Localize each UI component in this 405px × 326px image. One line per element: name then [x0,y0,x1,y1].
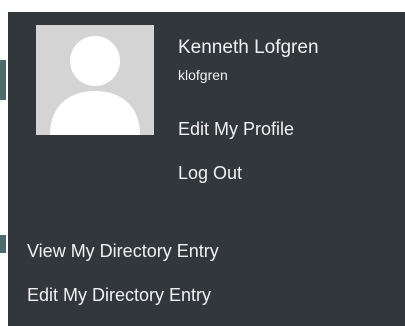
default-avatar-icon[interactable] [36,25,154,135]
account-dropdown-panel: Kenneth Lofgren klofgren Edit My Profile… [8,12,405,326]
avatar-silhouette [50,36,140,135]
edge-marker [0,60,6,100]
edit-directory-entry-link[interactable]: Edit My Directory Entry [27,285,211,306]
edge-marker [0,235,6,253]
view-directory-entry-link[interactable]: View My Directory Entry [27,241,219,262]
logout-link[interactable]: Log Out [178,163,242,184]
display-name[interactable]: Kenneth Lofgren [178,37,319,59]
username: klofgren [178,67,228,83]
page-edge [0,0,8,326]
edit-profile-link[interactable]: Edit My Profile [178,119,294,140]
